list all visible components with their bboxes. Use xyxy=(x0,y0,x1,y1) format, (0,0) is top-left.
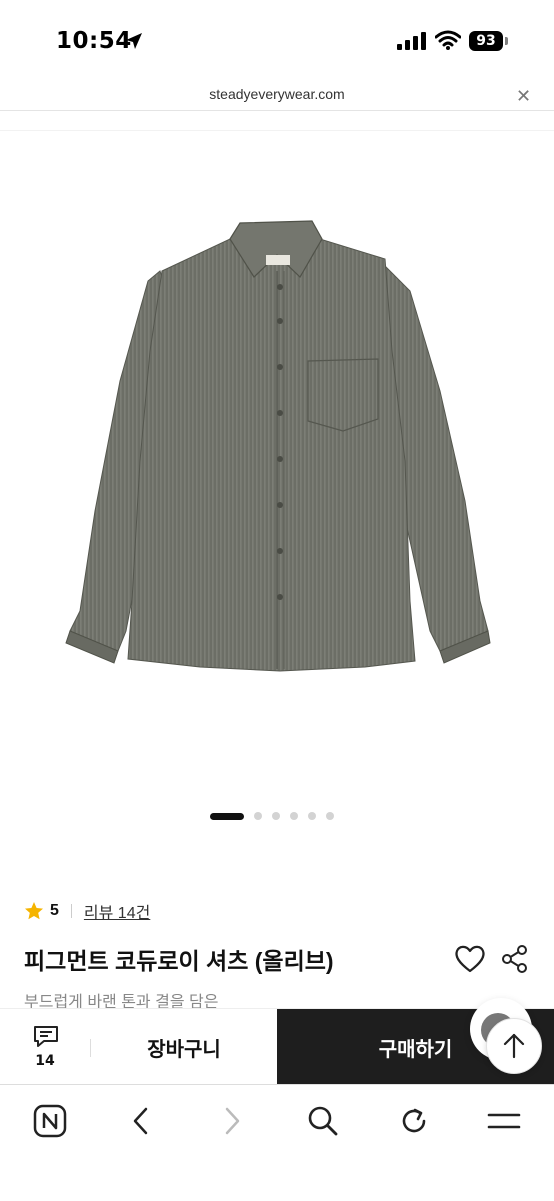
cellular-signal-icon xyxy=(397,32,426,50)
scroll-top-button[interactable] xyxy=(486,1018,542,1074)
rating-separator xyxy=(70,904,72,918)
naver-n-icon[interactable] xyxy=(30,1101,70,1141)
rating-row: 5 리뷰 14건 xyxy=(24,900,150,922)
carousel-dot[interactable] xyxy=(254,812,262,820)
carousel-dot[interactable] xyxy=(272,812,280,820)
review-count-button[interactable]: 14 xyxy=(0,1009,90,1085)
browser-toolbar xyxy=(0,1084,554,1201)
status-bar: 10:54 93 xyxy=(0,0,554,80)
carousel-dot[interactable] xyxy=(290,812,298,820)
menu-icon[interactable] xyxy=(484,1101,524,1141)
search-icon[interactable] xyxy=(303,1101,343,1141)
heart-icon[interactable] xyxy=(454,944,486,974)
carousel-dot[interactable] xyxy=(308,812,316,820)
carousel-dot[interactable] xyxy=(326,812,334,820)
carousel-dot-active[interactable] xyxy=(210,812,244,820)
battery-nub xyxy=(505,37,508,45)
location-arrow-icon xyxy=(126,33,142,49)
forward-icon[interactable] xyxy=(212,1101,252,1141)
product-title: 피그먼트 코듀로이 셔츠 (올리브) xyxy=(24,948,334,974)
product-image[interactable] xyxy=(0,131,554,871)
status-time: 10:54 xyxy=(56,28,132,54)
star-icon xyxy=(25,902,43,920)
review-link[interactable]: 리뷰 14건 xyxy=(84,899,150,923)
battery-indicator: 93 xyxy=(469,31,503,51)
reload-icon[interactable] xyxy=(394,1101,434,1141)
cart-button[interactable]: 장바구니 xyxy=(91,1009,277,1085)
url-domain[interactable]: steadyeverywear.com xyxy=(0,86,554,102)
shirt-illustration xyxy=(65,220,491,672)
share-icon[interactable] xyxy=(500,944,530,974)
wifi-icon xyxy=(435,30,461,50)
comment-icon xyxy=(34,1026,58,1047)
back-icon[interactable] xyxy=(121,1101,161,1141)
carousel-indicator[interactable] xyxy=(210,812,334,820)
review-count: 14 xyxy=(35,1053,55,1069)
rating-value: 5 xyxy=(50,902,59,919)
arrow-up-icon xyxy=(503,1033,525,1059)
close-icon[interactable]: ✕ xyxy=(516,86,531,107)
url-bar[interactable]: steadyeverywear.com xyxy=(0,80,554,111)
